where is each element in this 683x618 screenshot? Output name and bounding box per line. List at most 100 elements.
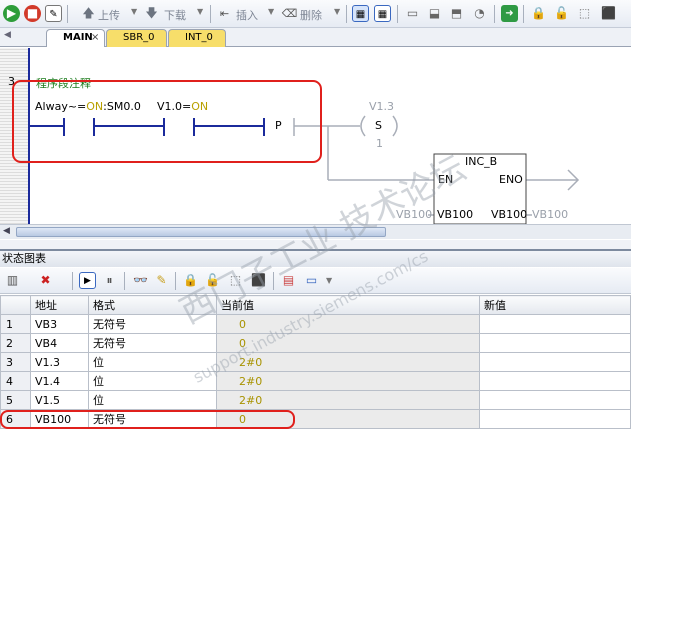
cell-address[interactable]: VB4	[30, 333, 89, 353]
cell-current-value: 0	[216, 314, 480, 334]
scrollbar-thumb[interactable]	[16, 227, 386, 237]
download-button[interactable]: 下载	[164, 7, 186, 23]
unforce-all-icon[interactable]: ⬚	[227, 272, 244, 289]
chart-status-icon[interactable]: ▦	[374, 5, 391, 22]
row-number[interactable]: 6	[0, 409, 31, 429]
column-header-new-value[interactable]: 新值	[479, 295, 631, 315]
row-number[interactable]: 1	[0, 314, 31, 334]
table-header-row: 地址 格式 当前值 新值	[0, 295, 631, 315]
column-header-address[interactable]: 地址	[30, 295, 89, 315]
cell-format[interactable]: 无符号	[88, 409, 217, 429]
box-eno-pin: ENO	[499, 173, 523, 186]
cell-new-value[interactable]	[479, 371, 631, 391]
delete-dropdown-icon[interactable]: ▼	[334, 7, 340, 16]
download-icon[interactable]: 🡇	[143, 5, 160, 22]
cell-address[interactable]: VB100	[30, 409, 89, 429]
read-values-icon[interactable]: 👓	[132, 272, 149, 289]
ladder-editor[interactable]: 3 程序段注释 Alway~=ON:SM0.0 V1.0=ON P V1.3 S…	[0, 48, 631, 224]
row-number[interactable]: 3	[0, 352, 31, 372]
editor-horizontal-scrollbar[interactable]: ◀	[0, 224, 631, 239]
upload-icon[interactable]: 🡅	[80, 5, 97, 22]
row-number[interactable]: 5	[0, 390, 31, 410]
trend-view-icon[interactable]: ▤	[280, 272, 297, 289]
close-icon[interactable]: ×	[91, 30, 99, 46]
cell-new-value[interactable]	[479, 409, 631, 429]
scroll-left-icon[interactable]: ◀	[3, 226, 10, 236]
delete-icon[interactable]: ⌫	[281, 5, 298, 22]
coil-count: 1	[376, 137, 383, 150]
download-dropdown-icon[interactable]: ▼	[197, 7, 203, 16]
table-row[interactable]: 2 VB4 无符号 0	[0, 333, 631, 353]
insert-button[interactable]: 插入	[236, 7, 258, 23]
delete-row-icon[interactable]: ✖	[37, 272, 54, 289]
cell-new-value[interactable]	[479, 333, 631, 353]
chart-status-toggle-icon[interactable]: ▶	[79, 272, 96, 289]
force-icon[interactable]: 🔒	[182, 272, 199, 289]
pause-icon[interactable]: ⏸	[101, 272, 118, 289]
cell-address[interactable]: V1.5	[30, 390, 89, 410]
column-header-current-value[interactable]: 当前值	[216, 295, 480, 315]
table-row[interactable]: 5 V1.5 位 2#0	[0, 390, 631, 410]
timer-icon[interactable]: ◔	[471, 5, 488, 22]
pause-trend-icon[interactable]: ⬓	[426, 5, 443, 22]
unlock-all-icon[interactable]: ⬚	[576, 5, 593, 22]
run-icon[interactable]: ▶	[3, 5, 20, 22]
insert-dropdown-icon[interactable]: ▼	[268, 7, 274, 16]
add-row-icon[interactable]: ▥	[4, 272, 21, 289]
splitter[interactable]	[0, 240, 631, 249]
status-chart-title: 状态图表	[0, 249, 631, 267]
toggle-view-icon[interactable]: ▭	[404, 5, 421, 22]
unlock-icon[interactable]: 🔓	[553, 5, 570, 22]
tab-main-label: MAIN	[63, 32, 93, 43]
cell-address[interactable]: V1.4	[30, 371, 89, 391]
pulse-p-label: P	[275, 119, 282, 132]
column-header-format[interactable]: 格式	[88, 295, 217, 315]
table-row[interactable]: 1 VB3 无符号 0	[0, 314, 631, 334]
box-in-value: VB100	[396, 208, 433, 221]
tab-main[interactable]: MAIN ×	[46, 29, 105, 47]
function-box-name: INC_B	[465, 155, 498, 168]
tab-scroll-left-icon[interactable]: ◀	[4, 30, 11, 40]
box-en-pin: EN	[438, 173, 454, 186]
row-number[interactable]: 4	[0, 371, 31, 391]
cell-format[interactable]: 无符号	[88, 314, 217, 334]
row-number[interactable]: 2	[0, 333, 31, 353]
stop-icon[interactable]: ■	[24, 5, 41, 22]
exit-icon[interactable]: ➜	[501, 5, 518, 22]
cell-format[interactable]: 位	[88, 352, 217, 372]
format-dropdown-icon[interactable]: ▼	[326, 276, 332, 285]
cell-format[interactable]: 位	[88, 390, 217, 410]
insert-icon[interactable]: ⇤	[216, 5, 233, 22]
cell-current-value: 0	[216, 409, 480, 429]
format-icon[interactable]: ▭	[303, 272, 320, 289]
read-icon[interactable]: ⬒	[448, 5, 465, 22]
cell-new-value[interactable]	[479, 314, 631, 334]
cell-current-value: 0	[216, 333, 480, 353]
upload-button[interactable]: 上传	[98, 7, 120, 23]
tab-int-0[interactable]: INT_0	[168, 29, 226, 47]
read-all-forced-icon[interactable]: ⬛	[250, 272, 267, 289]
compile-icon[interactable]: ✎	[45, 5, 62, 22]
tab-bar: ◀ MAIN × SBR_0 INT_0	[0, 28, 631, 47]
program-status-icon[interactable]: ▦	[352, 5, 369, 22]
cell-current-value: 2#0	[216, 352, 480, 372]
cell-format[interactable]: 无符号	[88, 333, 217, 353]
lock-icon[interactable]: 🔒	[530, 5, 547, 22]
table-row[interactable]: 6 VB100 无符号 0	[0, 409, 631, 429]
table-row[interactable]: 4 V1.4 位 2#0	[0, 371, 631, 391]
cell-address[interactable]: V1.3	[30, 352, 89, 372]
cell-current-value: 2#0	[216, 371, 480, 391]
cell-format[interactable]: 位	[88, 371, 217, 391]
unforce-icon[interactable]: 🔓	[204, 272, 221, 289]
cell-new-value[interactable]	[479, 352, 631, 372]
write-pencil-icon[interactable]: ✎	[153, 272, 170, 289]
tab-int-0-label: INT_0	[185, 32, 213, 43]
cell-address[interactable]: VB3	[30, 314, 89, 334]
write-icon[interactable]: ⬛	[600, 5, 617, 22]
cell-new-value[interactable]	[479, 390, 631, 410]
delete-button[interactable]: 删除	[300, 7, 322, 23]
tab-sbr-0[interactable]: SBR_0	[106, 29, 167, 47]
box-in-param: VB100	[437, 208, 474, 221]
table-row[interactable]: 3 V1.3 位 2#0	[0, 352, 631, 372]
upload-dropdown-icon[interactable]: ▼	[131, 7, 137, 16]
